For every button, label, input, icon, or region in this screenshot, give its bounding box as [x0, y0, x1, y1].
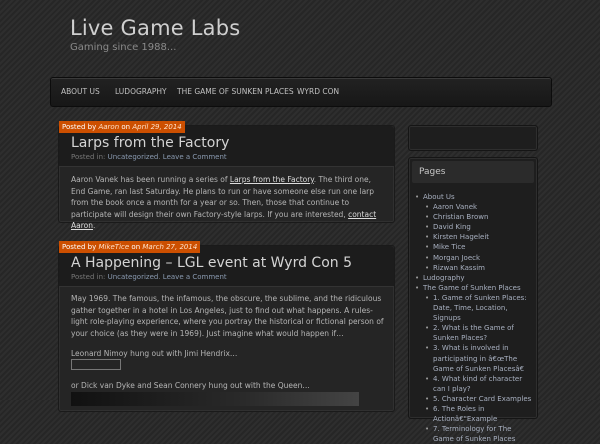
page-link-aaron-vanek[interactable]: Aaron Vanek: [425, 202, 534, 212]
post-title[interactable]: Larps from the Factory: [71, 135, 229, 151]
page-link-kirsten-hageleit[interactable]: Kirsten Hageleit: [425, 232, 534, 242]
page-link-sunken-2[interactable]: 2. What is the Game of Sunken Places?: [425, 323, 534, 343]
page-link-morgan-joeck[interactable]: Morgan Joeck: [425, 253, 534, 263]
category-link[interactable]: Uncategorized: [108, 153, 159, 161]
category-link[interactable]: Uncategorized: [108, 273, 159, 281]
post-text: Aaron Vanek has been running a series of: [71, 175, 230, 184]
posted-by-label: Posted by: [62, 243, 97, 251]
page-link-mike-tice[interactable]: Mike Tice: [425, 242, 534, 252]
sidebar-pages-widget: Pages About Us Aaron Vanek Christian Bro…: [408, 157, 538, 443]
page-link-about-us[interactable]: About Us: [415, 192, 534, 202]
page-link-sunken-4[interactable]: 4. What kind of character can I play?: [425, 374, 534, 394]
post-date-link[interactable]: April 29, 2014: [132, 123, 181, 131]
posted-by-label: Posted by: [62, 123, 97, 131]
post-author-link[interactable]: Aaron: [98, 123, 119, 131]
posted-on-label: on: [131, 243, 141, 251]
sidebar-search-widget: [408, 125, 538, 151]
page-link-christian-brown[interactable]: Christian Brown: [425, 212, 534, 222]
page-link-sunken-7[interactable]: 7. Terminology for The Game of Sunken Pl…: [425, 424, 534, 444]
pages-widget-title: Pages: [412, 161, 534, 183]
post-larps-from-the-factory: Posted by Aaron on April 29, 2014 Larps …: [58, 121, 395, 230]
post-meta: Posted in: Uncategorized. Leave a Commen…: [71, 153, 227, 161]
embedded-media-placeholder[interactable]: [71, 359, 121, 370]
page-link-sunken-places[interactable]: The Game of Sunken Places: [415, 283, 534, 293]
larps-factory-link[interactable]: Larps from the Factory: [230, 175, 314, 184]
posted-in-label: Posted in:: [71, 273, 106, 281]
page-link-sunken-5[interactable]: 5. Character Card Examples: [425, 394, 534, 404]
nav-item-wyrd-con[interactable]: Wyrd Con: [297, 78, 339, 106]
page-link-sunken-1[interactable]: 1. Game of Sunken Places: Date, Time, Lo…: [425, 293, 534, 323]
site-tagline: Gaming since 1988...: [70, 42, 177, 53]
nav-item-sunken-places[interactable]: The Game of Sunken Places: [177, 78, 294, 106]
main-navigation: About Us Ludography The Game of Sunken P…: [50, 77, 552, 107]
post-title[interactable]: A Happening – LGL event at Wyrd Con 5: [71, 255, 352, 271]
post-header: Posted by Aaron on April 29, 2014 Larps …: [59, 121, 394, 167]
page-link-sunken-3[interactable]: 3. What is involved in participating in …: [425, 343, 534, 373]
post-author-link[interactable]: MikeTice: [98, 243, 129, 251]
post-content: May 1969. The famous, the infamous, the …: [71, 294, 384, 338]
leave-comment-link[interactable]: Leave a Comment: [163, 273, 227, 281]
page-link-sunken-6[interactable]: 6. The Roles in Actionâ€"Example: [425, 404, 534, 424]
nav-item-ludography[interactable]: Ludography: [115, 78, 167, 106]
nav-item-about-us[interactable]: About Us: [61, 78, 100, 106]
post-content: Aaron Vanek has been running a series of…: [71, 174, 384, 232]
posted-by-tag: Posted by MikeTice on March 27, 2014: [59, 241, 201, 253]
pages-list: About Us Aaron Vanek Christian Brown Dav…: [415, 192, 534, 444]
page-link-david-king[interactable]: David King: [425, 222, 534, 232]
posted-on-label: on: [121, 123, 131, 131]
post-line-nimoy: Leonard Nimoy hung out with Jimi Hendrix…: [71, 349, 238, 358]
post-text: .: [93, 221, 96, 231]
post-date-link[interactable]: March 27, 2014: [142, 243, 197, 251]
embedded-video-thumbnail[interactable]: [71, 392, 359, 406]
post-header: Posted by MikeTice on March 27, 2014 A H…: [59, 241, 394, 287]
posted-in-label: Posted in:: [71, 153, 106, 161]
posted-by-tag: Posted by Aaron on April 29, 2014: [59, 121, 185, 133]
post-a-happening: Posted by MikeTice on March 27, 2014 A H…: [58, 241, 395, 412]
page-link-ludography[interactable]: Ludography: [415, 273, 534, 283]
site-title[interactable]: Live Game Labs: [70, 16, 240, 40]
leave-comment-link[interactable]: Leave a Comment: [163, 153, 227, 161]
page-link-rizwan-kassim[interactable]: Rizwan Kassim: [425, 263, 534, 273]
post-line-dick-van-dyke: or Dick van Dyke and Sean Connery hung o…: [71, 381, 310, 390]
post-meta: Posted in: Uncategorized. Leave a Commen…: [71, 273, 227, 281]
